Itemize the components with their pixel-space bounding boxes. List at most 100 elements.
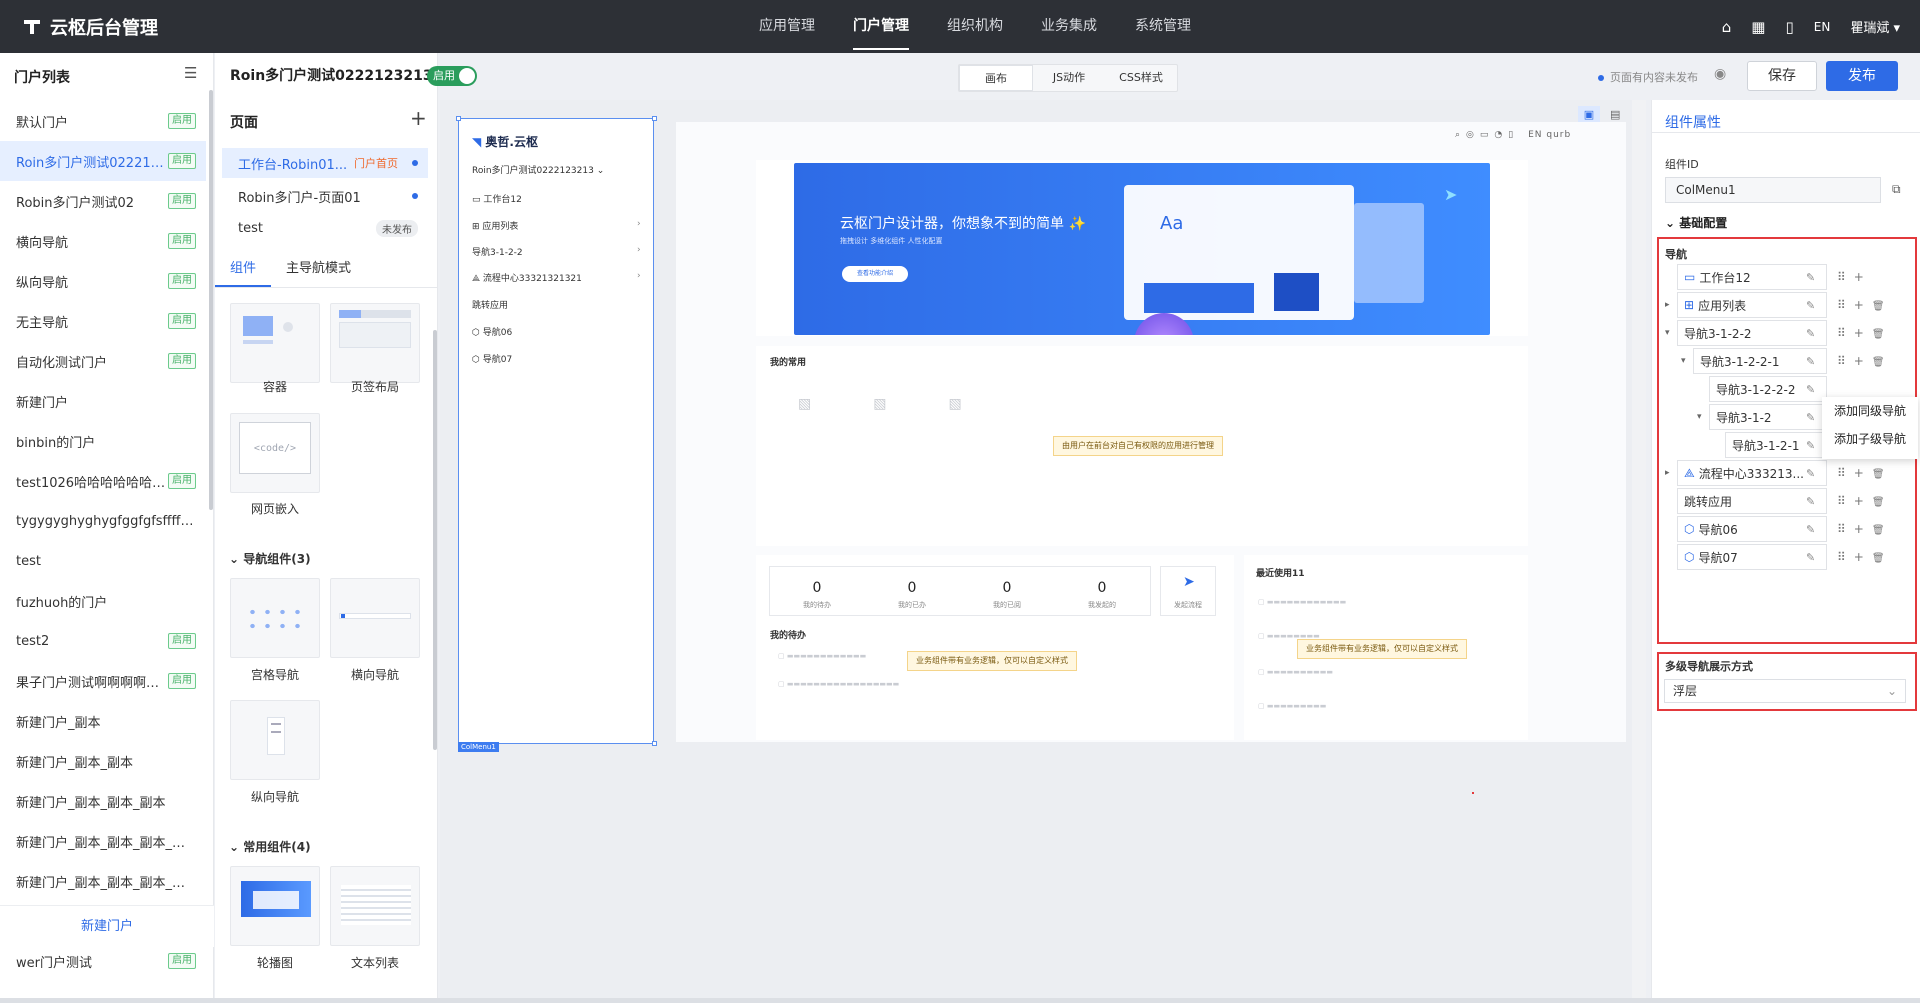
tab-main-nav-mode[interactable]: 主导航模式	[271, 252, 366, 287]
basic-config-group[interactable]: ⌄ 基础配置	[1665, 214, 1727, 231]
drag-handle-icon[interactable]: ⠿	[1837, 522, 1854, 536]
document-icon[interactable]: ▯	[1785, 18, 1793, 36]
canvas-scrollbar[interactable]	[1632, 100, 1646, 1000]
add-icon[interactable]: +	[1854, 522, 1872, 536]
resize-handle[interactable]	[652, 741, 657, 746]
portal-item[interactable]: 默认门户 启用	[0, 101, 206, 141]
common-components-section[interactable]: ⌄ 常用组件(4)	[229, 838, 311, 855]
portal-item[interactable]: 新建门户_副本_副本_副本_副本_	[0, 861, 206, 901]
iframe-component-card[interactable]: <code/>	[230, 413, 320, 493]
portal-item[interactable]: test2 启用	[0, 621, 206, 661]
sidebar-scrollbar[interactable]	[209, 90, 213, 510]
save-button[interactable]: 保存	[1747, 61, 1817, 91]
portal-item[interactable]: fuzhuoh的门户	[0, 581, 206, 621]
portal-item[interactable]: 横向导航 启用	[0, 221, 206, 261]
page-item[interactable]: Robin多门户-页面01	[222, 181, 428, 211]
add-icon[interactable]: +	[1854, 270, 1872, 284]
preview-eye-icon[interactable]: ◉	[1714, 66, 1726, 82]
edit-icon[interactable]: ✎	[1806, 355, 1826, 368]
nav-item-field[interactable]: ⊞ 应用列表 ✎	[1677, 292, 1827, 318]
add-icon[interactable]: +	[1854, 466, 1872, 480]
tab-css-styles[interactable]: CSS样式	[1105, 65, 1177, 91]
portal-item[interactable]: 新建门户_副本_副本	[0, 741, 206, 781]
colmenu-portal[interactable]: Roin多门户测试0222123213 ⌄	[472, 163, 604, 176]
delete-icon[interactable]: 🗑	[1872, 497, 1893, 508]
add-page-icon[interactable]: +	[410, 106, 427, 130]
portal-item[interactable]: binbin的门户	[0, 421, 206, 461]
property-panel-title[interactable]: 组件属性	[1665, 112, 1721, 132]
edit-icon[interactable]: ✎	[1806, 327, 1826, 340]
expand-toggle-icon[interactable]: ▾	[1697, 412, 1709, 422]
resize-handle[interactable]	[456, 116, 461, 121]
add-icon[interactable]: +	[1854, 494, 1872, 508]
horizontal-nav-component-card[interactable]	[330, 578, 420, 658]
colmenu-item[interactable]: 导航3-1-2-2	[472, 245, 523, 258]
nav-item-field[interactable]: 跳转应用 ✎	[1677, 488, 1827, 514]
colmenu-item[interactable]: ▭ 工作台12	[472, 192, 522, 205]
expand-toggle-icon[interactable]: ▸	[1665, 468, 1677, 478]
portal-item[interactable]: 新建门户_副本_副本_副本	[0, 781, 206, 821]
colmenu-item[interactable]: ⊞ 应用列表	[472, 219, 518, 232]
edit-icon[interactable]: ✎	[1806, 467, 1826, 480]
nav-item-field[interactable]: ▭ 工作台12 ✎	[1677, 264, 1827, 290]
edit-icon[interactable]: ✎	[1806, 551, 1826, 564]
nav-item-field[interactable]: ⬡ 导航06 ✎	[1677, 516, 1827, 542]
horizontal-scrollbar[interactable]	[0, 998, 1920, 1003]
delete-icon[interactable]: 🗑	[1872, 357, 1893, 368]
resize-handle[interactable]	[652, 116, 657, 121]
grid-icon[interactable]: ▦	[1751, 18, 1765, 36]
add-icon[interactable]: +	[1854, 550, 1872, 564]
expand-toggle-icon[interactable]: ▾	[1681, 356, 1693, 366]
container-component-card[interactable]	[230, 303, 320, 383]
colmenu-item[interactable]: 跳转应用	[472, 298, 508, 311]
portal-item[interactable]: 自动化测试门户 启用	[0, 341, 206, 381]
drag-handle-icon[interactable]: ⠿	[1837, 298, 1854, 312]
delete-icon[interactable]: 🗑	[1872, 301, 1893, 312]
nav-organization[interactable]: 组织机构	[928, 0, 1022, 53]
add-sibling-nav[interactable]: 添加同级导航	[1822, 397, 1918, 425]
nav-portal-management[interactable]: 门户管理	[834, 0, 928, 53]
text-list-component-card[interactable]	[330, 866, 420, 946]
colmenu-item[interactable]: ⬡ 导航07	[472, 352, 512, 365]
copy-icon[interactable]: ⧉	[1892, 182, 1901, 197]
new-portal-button[interactable]: 新建门户	[0, 905, 214, 947]
tab-components[interactable]: 组件	[215, 252, 272, 287]
portal-item[interactable]: 新建门户_副本	[0, 701, 206, 741]
drag-handle-icon[interactable]: ⠿	[1837, 466, 1854, 480]
nav-item-field[interactable]: 导航3-1-2 ✎	[1709, 404, 1827, 430]
portal-item[interactable]: 纵向导航 启用	[0, 261, 206, 301]
nav-item-field[interactable]: ⬡ 导航07 ✎	[1677, 544, 1827, 570]
colmenu-item[interactable]: ⬡ 导航06	[472, 325, 512, 338]
user-menu[interactable]: 瞿瑞斌 ▾	[1850, 17, 1900, 36]
portal-item[interactable]: 新建门户_副本_副本_副本_副本	[0, 821, 206, 861]
edit-icon[interactable]: ✎	[1806, 271, 1826, 284]
colmenu-item[interactable]: ⟁ 流程中心33321321321	[472, 271, 582, 284]
colmenu-component[interactable]	[458, 118, 654, 744]
nav-item-field[interactable]: 导航3-1-2-1 ✎	[1725, 432, 1827, 458]
tab-layout-component-card[interactable]	[330, 303, 420, 383]
portal-item[interactable]: test	[0, 541, 206, 581]
drag-handle-icon[interactable]: ⠿	[1837, 354, 1854, 368]
nav-item-field[interactable]: 导航3-1-2-2-2 ✎	[1709, 376, 1827, 402]
expand-toggle-icon[interactable]: ▾	[1665, 328, 1677, 338]
nav-business-integration[interactable]: 业务集成	[1022, 0, 1116, 53]
nav-components-section[interactable]: ⌄ 导航组件(3)	[229, 550, 311, 567]
component-id-field[interactable]: ColMenu1	[1665, 177, 1881, 203]
drag-handle-icon[interactable]: ⠿	[1837, 326, 1854, 340]
drag-handle-icon[interactable]: ⠿	[1837, 270, 1854, 284]
feature-intro-button[interactable]: 查看功能介绍	[842, 266, 908, 282]
edit-icon[interactable]: ✎	[1806, 495, 1826, 508]
drag-handle-icon[interactable]: ⠿	[1837, 494, 1854, 508]
page-item[interactable]: test 未发布	[222, 213, 428, 243]
edit-icon[interactable]: ✎	[1806, 299, 1826, 312]
portal-item[interactable]: Robin多门户测试02 启用	[0, 181, 206, 221]
delete-icon[interactable]: 🗑	[1872, 329, 1893, 340]
portal-item[interactable]: 果子门户测试啊啊啊啊啊啊 启用	[0, 661, 206, 701]
display-mode-select[interactable]: 浮层 ⌄	[1664, 679, 1906, 703]
tab-canvas[interactable]: 画布	[959, 65, 1033, 91]
nav-item-field[interactable]: 导航3-1-2-2 ✎	[1677, 320, 1827, 346]
add-icon[interactable]: +	[1854, 298, 1872, 312]
delete-icon[interactable]: 🗑	[1872, 525, 1893, 536]
vertical-nav-component-card[interactable]	[230, 700, 320, 780]
nav-item-field[interactable]: ⟁ 流程中心333213... ✎	[1677, 460, 1827, 486]
